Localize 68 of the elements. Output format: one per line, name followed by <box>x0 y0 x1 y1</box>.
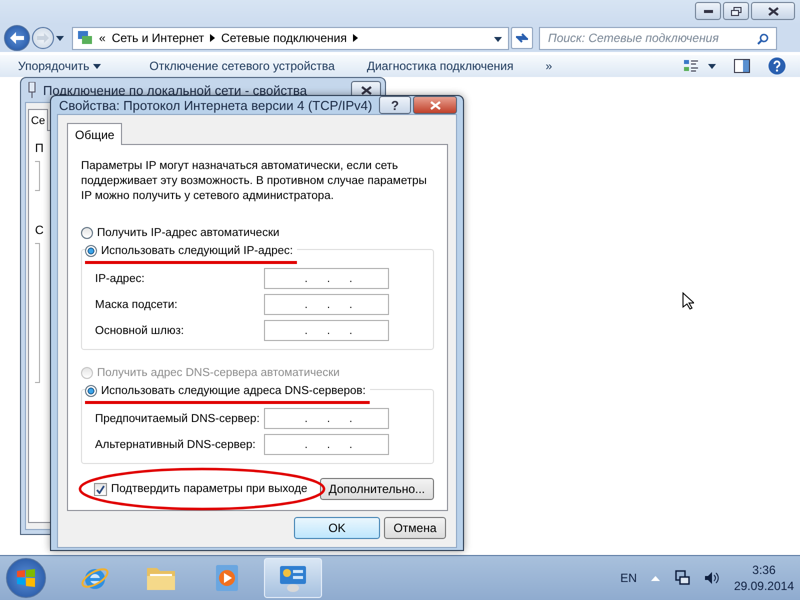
ip-address-field[interactable]: . . . <box>264 320 389 341</box>
help-button[interactable]: ? <box>379 96 411 114</box>
ip-address-field[interactable]: . . . <box>264 268 389 289</box>
view-options-icon <box>684 59 716 73</box>
field-label: Маска подсети: <box>95 298 178 310</box>
radio-button[interactable]: Использовать следующие адреса DNS-серверов: <box>85 382 366 399</box>
minimize-button[interactable] <box>695 2 721 20</box>
toolbar-button[interactable]: Упорядочить <box>18 59 102 73</box>
control-panel-icon <box>278 563 308 593</box>
breadcrumb-separator: « <box>99 31 106 45</box>
preview-pane-icon <box>734 59 750 73</box>
close-button[interactable] <box>413 96 457 114</box>
network-icon <box>674 570 690 586</box>
field-label: Предпочитаемый DNS-сервер: <box>95 412 260 424</box>
dialog-button[interactable]: OK <box>294 517 380 539</box>
text-fragment: П <box>35 141 44 155</box>
restore-icon <box>730 6 742 16</box>
restore-button[interactable] <box>723 2 749 20</box>
taskbar-button[interactable] <box>264 558 322 598</box>
ip-address-field[interactable]: . . . <box>264 294 389 315</box>
back-button[interactable] <box>4 25 30 51</box>
minimize-icon <box>704 10 712 12</box>
media-player-icon <box>213 563 241 593</box>
network-icon <box>77 30 93 46</box>
close-icon <box>430 100 440 110</box>
radio-button[interactable]: Использовать следующий IP-адрес: <box>85 242 293 259</box>
more-button[interactable]: » <box>546 59 552 73</box>
arrow-icon <box>352 34 358 42</box>
tab[interactable]: Се <box>28 109 48 131</box>
close-button[interactable] <box>751 2 795 20</box>
language-indicator[interactable]: EN <box>620 571 637 585</box>
search-field[interactable]: Поиск: Сетевые подключения <box>539 26 777 50</box>
window-title: Подключение по локальной сети - свойства <box>43 82 307 98</box>
mouse-cursor-icon <box>682 292 694 310</box>
forward-button[interactable] <box>32 27 54 49</box>
refresh-button[interactable] <box>511 27 533 49</box>
ip-address-field[interactable]: . . . <box>264 434 389 455</box>
refresh-icon <box>515 32 529 44</box>
toolbar-button[interactable]: Отключение сетевого устройства <box>149 59 335 73</box>
text-fragment: С <box>35 223 44 237</box>
address-bar[interactable]: « Сеть и Интернет Сетевые подключения <box>72 26 509 50</box>
breadcrumb-item[interactable]: Сетевые подключения <box>221 31 347 45</box>
toolbar-button[interactable]: Диагностика подключения <box>366 59 514 73</box>
advanced-button[interactable]: Дополнительно... <box>320 478 434 500</box>
radio-button[interactable]: Получить IP-адрес автоматически <box>81 224 434 241</box>
dialog-title: Свойства: Протокол Интернета версии 4 (TCP/IPv4) <box>59 98 372 112</box>
tab[interactable]: Общие <box>67 123 122 145</box>
intro-text: Параметры IP могут назначаться автоматически, если сеть поддерживает эту возможность. В противном случае параметры IP можно получить у сетевого администратора. <box>81 159 428 204</box>
windows-logo-icon <box>16 569 36 587</box>
field-label: Основной шлюз: <box>95 324 184 336</box>
speaker-icon <box>704 571 720 585</box>
checkmark-icon <box>96 484 105 494</box>
caret-icon <box>494 37 502 42</box>
arrow-icon <box>210 34 216 42</box>
dialog-button[interactable]: Отмена <box>384 517 446 539</box>
field-label: IP-адрес: <box>95 272 145 284</box>
breadcrumb-item[interactable]: Сеть и Интернет <box>112 31 204 45</box>
search-icon <box>757 32 769 44</box>
caret-up-icon <box>650 576 660 580</box>
caret-icon <box>56 36 64 40</box>
field-label: Альтернативный DNS-сервер: <box>95 438 256 450</box>
forward-arrow-icon <box>37 33 49 43</box>
back-arrow-icon <box>10 32 24 44</box>
start-button[interactable] <box>6 558 46 598</box>
ip-address-field[interactable]: . . . <box>264 408 389 429</box>
clock[interactable]: 3:36 29.09.2014 <box>734 562 794 594</box>
close-icon <box>768 6 778 16</box>
network-adapter-icon <box>27 82 37 98</box>
